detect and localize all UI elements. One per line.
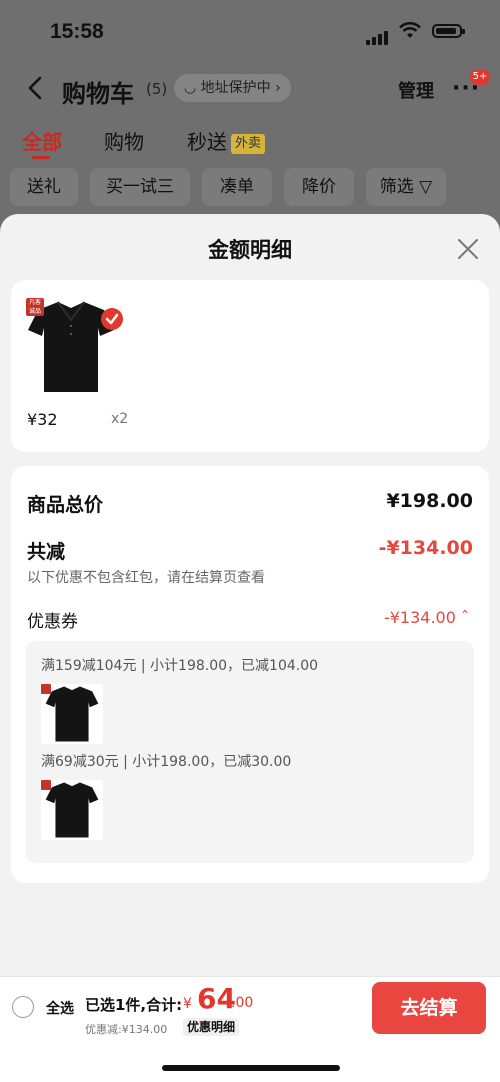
brand-logo-mini	[41, 684, 51, 694]
chevron-up-icon: ˆ	[455, 608, 469, 627]
status-bar: 15:58	[0, 0, 500, 62]
filter-funnel-icon: ▽	[419, 177, 433, 197]
tab-active-indicator	[32, 156, 50, 159]
home-indicator	[162, 1065, 340, 1071]
cart-header: 购物车 (5) ◡ 地址保护中 › 管理 ··· 5+	[0, 62, 500, 116]
coupon-label: 优惠券	[27, 612, 78, 632]
cart-count: (5)	[146, 80, 168, 98]
product-qty: x2	[111, 411, 129, 427]
coupon-toggle[interactable]: -¥134.00 ˆ	[384, 608, 469, 627]
total-label: 商品总价	[27, 494, 104, 516]
checkout-bar: 全选 已选1件,合计: ¥ 64 .00 优惠减:¥134.00 优惠明细 去结…	[0, 976, 500, 1082]
checkout-button[interactable]: 去结算	[372, 982, 486, 1034]
select-all-radio[interactable]	[12, 996, 34, 1018]
coupon-detail-box: 满159减104元 | 小计198.00，已减104.00 满69减30元 | …	[26, 641, 474, 863]
chip-filter-label: 筛选	[379, 177, 414, 197]
chip-gift[interactable]: 送礼	[10, 168, 78, 206]
chip-add-on[interactable]: 凑单	[202, 168, 272, 206]
chip-filter[interactable]: 筛选 ▽	[366, 168, 446, 206]
selected-check-icon	[101, 308, 123, 330]
message-badge: 5+	[470, 69, 490, 85]
reduce-label: 共减	[27, 541, 66, 563]
sheet-title: 金额明细	[208, 238, 292, 262]
cart-tabs: 全部 购物 秒送 外卖	[0, 120, 500, 165]
discount-summary: 优惠减:¥134.00	[85, 1023, 168, 1036]
shield-icon: ◡	[184, 80, 201, 96]
tab-flash-delivery[interactable]: 秒送 外卖	[187, 126, 266, 155]
selected-info: 已选1件,合计:	[85, 996, 183, 1014]
coupon-item-image	[41, 780, 103, 840]
product-price: ¥32	[27, 410, 58, 429]
waimai-badge: 外卖	[231, 133, 266, 154]
coupon-item-image	[41, 684, 103, 744]
product-card: 凡客 诚品 ¥32 x2	[11, 280, 489, 452]
address-protection-pill[interactable]: ◡ 地址保护中 ›	[174, 74, 291, 102]
back-arrow-icon[interactable]	[24, 75, 48, 101]
wifi-icon	[399, 22, 421, 38]
coupon-line-1: 满159减104元 | 小计198.00，已减104.00	[41, 658, 319, 674]
coupon-value: -¥134.00	[383, 608, 456, 627]
chip-price-drop[interactable]: 降价	[284, 168, 354, 206]
tab-shopping[interactable]: 购物	[104, 126, 144, 155]
reduce-value: -¥134.00	[378, 537, 473, 559]
tab-flash-label: 秒送	[187, 130, 227, 154]
brand-logo: 凡客 诚品	[26, 298, 44, 316]
chevron-right-icon: ›	[270, 80, 281, 96]
total-value: ¥198.00	[386, 490, 473, 512]
status-time: 15:58	[50, 20, 104, 43]
price-breakdown-card: 商品总价 ¥198.00 共减 -¥134.00 以下优惠不包含红包，请在结算页…	[11, 466, 489, 883]
coupon-line-2: 满69减30元 | 小计198.00，已减30.00	[41, 754, 292, 770]
manage-button[interactable]: 管理	[398, 77, 434, 103]
discount-detail-button[interactable]: 优惠明细	[183, 1018, 240, 1036]
signal-icon	[366, 26, 390, 45]
chip-buy-one-try-three[interactable]: 买一试三	[90, 168, 190, 206]
amount-detail-sheet: 金额明细 凡客 诚品 ¥32 x2 商品总价 ¥198.00 共减 -¥134.0…	[0, 214, 500, 1081]
tab-all[interactable]: 全部	[22, 126, 62, 155]
close-icon[interactable]	[456, 237, 480, 261]
brand-logo-mini	[41, 780, 51, 790]
select-all-label[interactable]: 全选	[46, 998, 74, 1018]
total-decimal: .00	[231, 995, 254, 1011]
address-protection-label: 地址保护中	[200, 80, 271, 96]
discount-note: 以下优惠不包含红包，请在结算页查看	[27, 570, 265, 586]
page-title: 购物车	[62, 80, 134, 108]
battery-icon	[432, 24, 465, 38]
total-currency: ¥	[183, 996, 192, 1012]
